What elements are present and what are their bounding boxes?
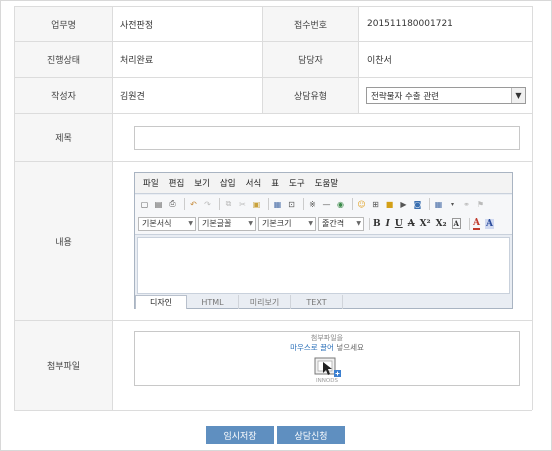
toolbar-separator bbox=[352, 198, 353, 210]
status-label: 진행상태 bbox=[15, 42, 112, 77]
editor-toolbar-2: 기본서식 ▼ 기본글꼴 ▼ 기본크기 ▼ 줄간격 ▼ B I U A X² X₂… bbox=[135, 213, 512, 235]
strikethrough-icon[interactable]: A bbox=[408, 219, 415, 229]
menu-help[interactable]: 도움말 bbox=[315, 177, 338, 189]
undo-icon[interactable]: ↶ bbox=[188, 199, 199, 210]
format-select-value: 기본서식 bbox=[142, 219, 172, 228]
title-input[interactable] bbox=[134, 126, 520, 150]
receipt-no-label: 접수번호 bbox=[263, 7, 358, 41]
line-height-select-value: 줄간격 bbox=[322, 219, 345, 228]
image-icon[interactable]: ⊞ bbox=[370, 199, 381, 210]
writer-value: 김원견 bbox=[120, 92, 145, 102]
editor-menubar: 파일 편집 보기 삽입 서식 표 도구 도움말 bbox=[135, 173, 512, 194]
tab-design[interactable]: 디자인 bbox=[135, 295, 187, 309]
receipt-no-value: 20151118000172​1 bbox=[367, 19, 453, 29]
col-divider bbox=[112, 6, 113, 410]
font-select[interactable]: 기본글꼴 ▼ bbox=[198, 216, 256, 231]
line-height-select[interactable]: 줄간격 ▼ bbox=[318, 216, 364, 231]
work-name-label: 업무명 bbox=[15, 7, 112, 41]
flash-icon[interactable]: ◙ bbox=[412, 199, 423, 210]
content-label: 내용 bbox=[15, 162, 112, 320]
cut-icon[interactable]: ✂ bbox=[237, 199, 248, 210]
toolbar-separator bbox=[303, 198, 304, 210]
find-icon[interactable]: ▦ bbox=[272, 199, 283, 210]
toolbar-separator bbox=[268, 198, 269, 210]
menu-view[interactable]: 보기 bbox=[194, 177, 210, 189]
background-color-icon[interactable]: A bbox=[484, 218, 494, 229]
picture-icon[interactable]: ■ bbox=[384, 199, 395, 210]
tab-text[interactable]: TEXT bbox=[291, 295, 343, 309]
toolbar-separator bbox=[369, 217, 370, 230]
tab-html[interactable]: HTML bbox=[187, 295, 239, 309]
italic-icon[interactable]: I bbox=[386, 219, 390, 229]
col-divider bbox=[358, 6, 359, 113]
bookmark-icon[interactable]: ⚑ bbox=[475, 199, 486, 210]
toolbar-separator bbox=[468, 217, 470, 230]
attachment-hint: 마우스로 끌어 넣으세요 bbox=[135, 342, 519, 353]
temp-save-button[interactable]: 임시저장 bbox=[206, 426, 274, 444]
editor-mode-tabs: 디자인 HTML 미리보기 TEXT bbox=[135, 295, 512, 309]
menu-edit[interactable]: 편집 bbox=[169, 177, 185, 189]
col-divider bbox=[532, 6, 533, 410]
menu-insert[interactable]: 삽입 bbox=[220, 177, 236, 189]
emoticon-icon[interactable]: ☺ bbox=[356, 199, 367, 210]
size-select-value: 기본크기 bbox=[262, 219, 292, 228]
manager-value: 이찬서 bbox=[367, 56, 392, 66]
menu-table[interactable]: 표 bbox=[271, 177, 279, 189]
format-select[interactable]: 기본서식 ▼ bbox=[138, 216, 196, 231]
size-select[interactable]: 기본크기 ▼ bbox=[258, 216, 316, 231]
writer-label: 작성자 bbox=[15, 78, 112, 113]
menu-format[interactable]: 서식 bbox=[246, 177, 262, 189]
chevron-down-icon: ▼ bbox=[248, 220, 253, 227]
horizontal-rule-icon[interactable]: — bbox=[321, 199, 332, 210]
toolbar-separator bbox=[184, 198, 185, 210]
open-icon[interactable]: ▤ bbox=[153, 199, 164, 210]
select-all-icon[interactable]: ⊡ bbox=[286, 199, 297, 210]
redo-icon[interactable]: ↷ bbox=[202, 199, 213, 210]
underline-icon[interactable]: U bbox=[395, 219, 403, 229]
chevron-down-icon: ▼ bbox=[308, 220, 313, 227]
print-icon[interactable]: ⎙ bbox=[167, 199, 178, 210]
chevron-down-icon: ▼ bbox=[356, 220, 361, 227]
copy-icon[interactable]: ⧉ bbox=[223, 199, 234, 210]
layer-icon[interactable]: ◉ bbox=[335, 199, 346, 210]
link-icon[interactable]: ⚭ bbox=[461, 199, 472, 210]
font-select-value: 기본글꼴 bbox=[202, 219, 232, 228]
attachment-dropzone[interactable]: 첨부파일을 마우스로 끌어 넣으세요 INNODS bbox=[134, 331, 520, 386]
attachment-hint-rest: 넣으세요 bbox=[333, 343, 364, 352]
table-menu-icon[interactable]: ▾ bbox=[447, 199, 458, 210]
consult-type-label: 상담유형 bbox=[263, 78, 358, 113]
innods-brand: INNODS bbox=[316, 378, 338, 384]
consult-type-selected: 전략물자 수출 관련 bbox=[371, 91, 439, 102]
subscript-icon[interactable]: X₂ bbox=[436, 219, 447, 229]
consult-apply-button[interactable]: 상담신청 bbox=[277, 426, 345, 444]
chevron-down-icon: ▼ bbox=[188, 220, 193, 227]
editor-content-area[interactable] bbox=[137, 237, 510, 294]
clear-format-icon[interactable]: A bbox=[451, 218, 461, 229]
editor-toolbar-1: ▢ ▤ ⎙ ↶ ↷ ⧉ ✂ ▣ ▦ ⊡ ※ — ◉ ☺ ⊞ ■ ▶ ◙ ▦ ▾ … bbox=[135, 195, 512, 213]
title-label: 제목 bbox=[15, 114, 112, 161]
menu-file[interactable]: 파일 bbox=[143, 177, 159, 189]
manager-label: 담당자 bbox=[263, 42, 358, 77]
new-document-icon[interactable]: ▢ bbox=[139, 199, 150, 210]
menu-tools[interactable]: 도구 bbox=[289, 177, 305, 189]
bold-icon[interactable]: B bbox=[373, 219, 381, 229]
work-name-value: 사전판정 bbox=[120, 20, 154, 31]
special-char-icon[interactable]: ※ bbox=[307, 199, 318, 210]
status-value: 처리완료 bbox=[120, 56, 154, 66]
superscript-icon[interactable]: X² bbox=[420, 219, 431, 229]
consult-type-select[interactable]: 전략물자 수출 관련 ▼ bbox=[366, 87, 526, 104]
table-icon[interactable]: ▦ bbox=[433, 199, 444, 210]
attachment-hint-drag: 마우스로 끌어 bbox=[290, 343, 334, 352]
font-color-icon[interactable]: A bbox=[472, 218, 480, 230]
media-icon[interactable]: ▶ bbox=[398, 199, 409, 210]
toolbar-separator bbox=[429, 198, 430, 210]
toolbar-separator bbox=[219, 198, 220, 210]
paste-icon[interactable]: ▣ bbox=[251, 199, 262, 210]
attach-label: 첨부파일 bbox=[15, 321, 112, 410]
chevron-down-icon[interactable]: ▼ bbox=[511, 88, 525, 103]
drag-drop-icon bbox=[314, 357, 341, 377]
row-divider bbox=[14, 410, 532, 411]
rich-text-editor: 파일 편집 보기 삽입 서식 표 도구 도움말 ▢ ▤ ⎙ ↶ ↷ ⧉ ✂ ▣ … bbox=[134, 172, 513, 309]
tab-preview[interactable]: 미리보기 bbox=[239, 295, 291, 309]
